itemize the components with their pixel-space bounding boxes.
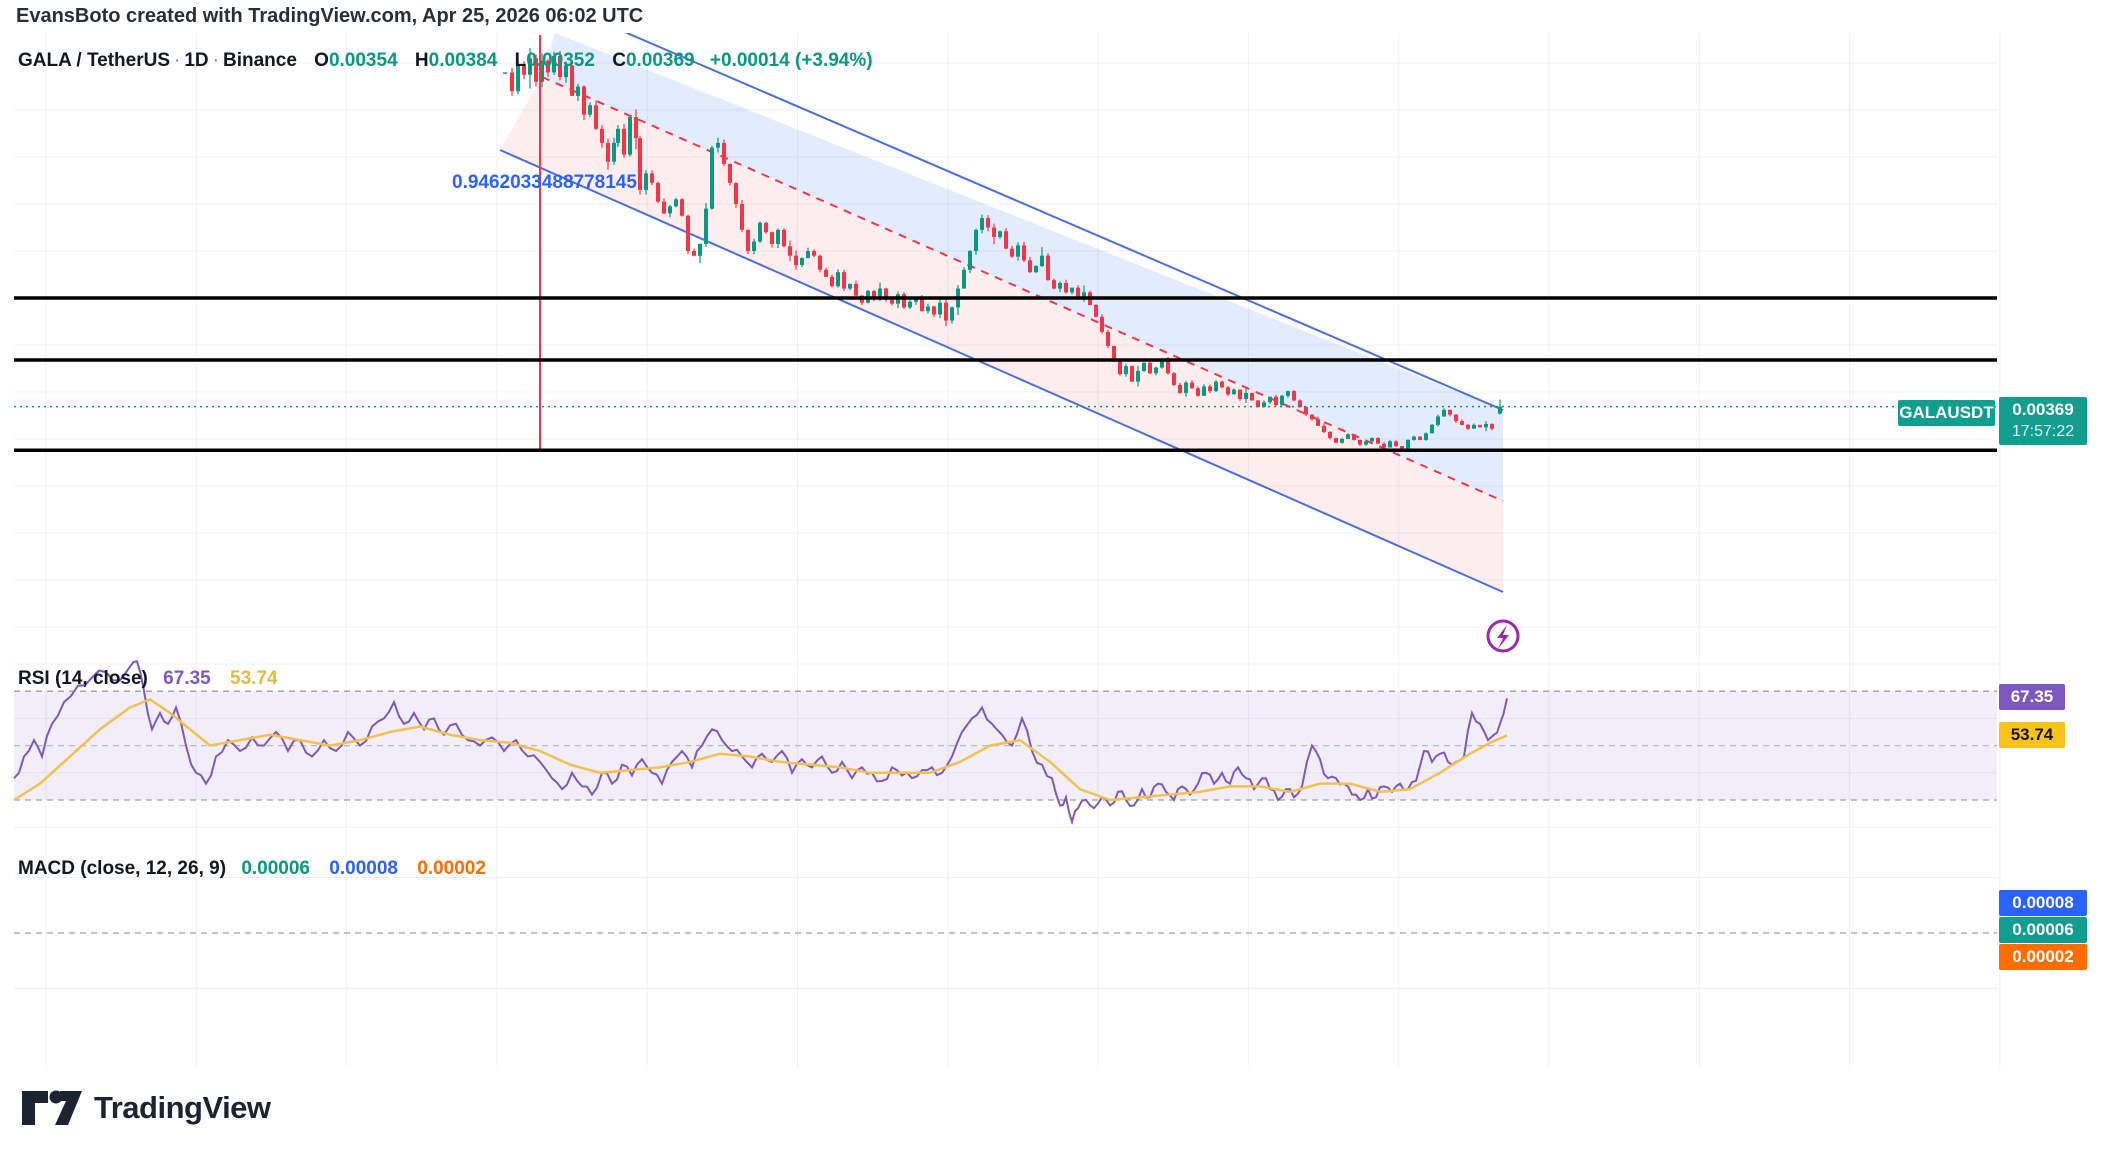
descending-channel-drawing[interactable] <box>500 30 1503 592</box>
symbol-price-label-badge: GALAUSDT <box>1898 400 1995 426</box>
high-value: 0.00384 <box>429 50 498 71</box>
symbol-interval[interactable]: 1D <box>184 50 208 71</box>
tradingview-chart-window: { "watermark": "EvansBoto created with T… <box>0 0 2114 1157</box>
lightning-icon[interactable] <box>1488 621 1518 651</box>
separator-dot: · <box>209 50 223 71</box>
rsi-title[interactable]: RSI (14, close) <box>18 668 148 689</box>
low-value: 0.00352 <box>526 50 595 71</box>
macd-title[interactable]: MACD (close, 12, 26, 9) <box>18 858 226 879</box>
current-price-badge: 0.00369 17:57:22 <box>1999 397 2087 445</box>
symbol-name[interactable]: GALA / TetherUS <box>18 50 170 71</box>
macd-hist-badge: 0.00006 <box>1999 917 2087 943</box>
macd-indicator-header[interactable]: MACD (close, 12, 26, 9) 0.00006 0.00008 … <box>18 858 486 880</box>
bar-countdown: 17:57:22 <box>1999 421 2087 443</box>
symbol-info-bar[interactable]: GALA / TetherUS·1D·Binance O0.00354 H0.0… <box>18 50 873 72</box>
macd-line-value: 0.00008 <box>329 858 398 879</box>
grid-lines <box>14 33 2000 1067</box>
rsi-ma-value-badge: 53.74 <box>1999 722 2065 748</box>
macd-signal-value: 0.00002 <box>417 858 486 879</box>
current-price-value: 0.00369 <box>1999 399 2087 421</box>
high-label: H <box>415 50 429 71</box>
tradingview-wordmark: TradingView <box>94 1090 271 1126</box>
separator-dot: · <box>170 50 184 71</box>
close-label: C <box>612 50 626 71</box>
change-value: +0.00014 (+3.94%) <box>710 50 873 71</box>
rsi-value: 67.35 <box>163 668 211 689</box>
watermark-text: EvansBoto created with TradingView.com, … <box>16 5 643 28</box>
close-value: 0.00369 <box>626 50 695 71</box>
open-value: 0.00354 <box>329 50 398 71</box>
symbol-exchange: Binance <box>223 50 297 71</box>
rsi-value-badge: 67.35 <box>1999 684 2065 710</box>
macd-line-badge: 0.00008 <box>1999 890 2087 916</box>
tradingview-logo[interactable]: TradingView <box>20 1088 271 1128</box>
macd-hist-value: 0.00006 <box>241 858 310 879</box>
channel-annotation-value[interactable]: 0.9462033488778145 <box>452 172 637 194</box>
rsi-ma-value: 53.74 <box>230 668 278 689</box>
chart-canvas[interactable] <box>0 0 2114 1157</box>
tradingview-logo-icon <box>20 1088 84 1128</box>
rsi-indicator-header[interactable]: RSI (14, close) 67.35 53.74 <box>18 668 278 690</box>
low-label: L <box>515 50 527 71</box>
open-label: O <box>314 50 329 71</box>
macd-signal-badge: 0.00002 <box>1999 944 2087 970</box>
